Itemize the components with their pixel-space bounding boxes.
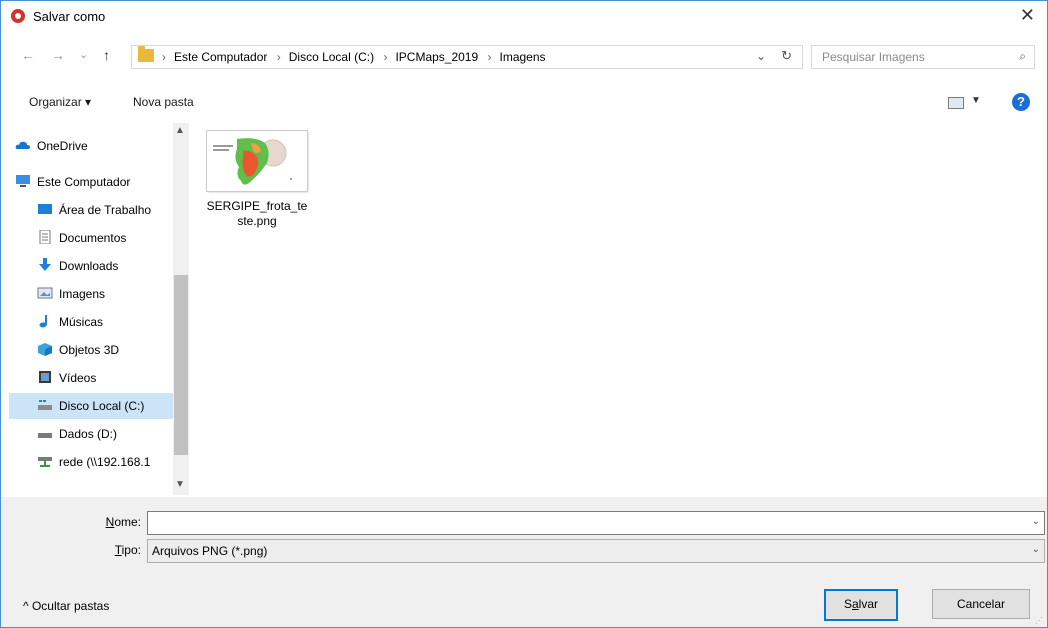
type-label: Tipo:: [81, 543, 141, 557]
back-arrow-icon[interactable]: ←: [21, 47, 35, 63]
sidebar-item-label: Músicas: [59, 315, 104, 329]
sidebar-item-label: rede (\\192.168.1: [59, 455, 151, 469]
hide-folders-button[interactable]: ^ Ocultar pastas: [23, 599, 109, 613]
sidebar-item-videos[interactable]: Vídeos: [9, 365, 167, 391]
resize-grip-icon[interactable]: ⋰: [1035, 616, 1043, 625]
up-arrow-icon[interactable]: ↑: [103, 47, 110, 63]
downloads-icon: [39, 258, 51, 271]
breadcrumb-separator: ›: [487, 50, 492, 64]
sidebar-item-label: Área de Trabalho: [59, 203, 152, 217]
type-label-text: ipo:: [121, 543, 141, 557]
search-icon[interactable]: ⌕: [1019, 49, 1026, 64]
address-row: ← → ⌄ ↑ › Este Computador › Disco Local (C…: [1, 41, 1047, 71]
search-placeholder: Pesquisar Imagens: [822, 50, 925, 64]
documents-icon: [39, 230, 51, 244]
chevron-down-icon[interactable]: ⌄: [1032, 516, 1040, 527]
sidebar-item-musicas[interactable]: Músicas: [9, 309, 167, 335]
chevron-down-icon[interactable]: ⌄: [1032, 544, 1040, 555]
breadcrumb: › Este Computador › Disco Local (C:) › IPCM…: [162, 50, 552, 64]
file-name-line: ste.png: [237, 214, 277, 228]
drive-icon: [38, 400, 52, 410]
close-icon[interactable]: ✕: [1020, 5, 1035, 26]
save-label-accel: a: [851, 597, 859, 611]
name-label-accel: N: [105, 515, 115, 529]
save-label-end: lvar: [858, 597, 879, 611]
type-label-accel: T: [114, 543, 122, 557]
image-thumbnail: [207, 131, 307, 191]
sidebar-item-onedrive[interactable]: OneDrive: [9, 133, 167, 159]
file-type-select[interactable]: Arquivos PNG (*.png) ⌄: [147, 539, 1045, 563]
name-label: Nome:: [81, 515, 141, 529]
desktop-icon: [38, 204, 52, 214]
sidebar-scroll-thumb[interactable]: [174, 275, 188, 455]
computer-icon: [16, 175, 30, 187]
sidebar-item-label: Vídeos: [59, 371, 97, 385]
sidebar-item-label: Imagens: [59, 287, 106, 301]
objects-3d-icon: [38, 343, 52, 356]
title-bar: Salvar como ✕: [1, 1, 1047, 33]
breadcrumb-separator: ›: [162, 50, 166, 64]
new-folder-button[interactable]: Nova pasta: [133, 95, 194, 109]
sidebar-item-area-de-trabalho[interactable]: Área de Trabalho: [9, 197, 167, 223]
search-input[interactable]: Pesquisar Imagens ⌕: [811, 45, 1035, 69]
organize-button[interactable]: Organizar ▾: [29, 95, 91, 109]
scroll-up-icon[interactable]: ▲: [175, 125, 185, 136]
save-form-panel: Nome: ⌄ Tipo: Arquivos PNG (*.png) ⌄ ^ O…: [1, 497, 1047, 627]
sidebar-item-disco-local[interactable]: Disco Local (C:): [9, 393, 173, 419]
breadcrumb-este-computador[interactable]: Este Computador: [174, 50, 267, 64]
pictures-icon: [37, 287, 53, 299]
name-label-text: ome:: [114, 515, 141, 529]
file-item[interactable]: SERGIPE_frota_te ste.png: [201, 129, 321, 239]
file-name: SERGIPE_frota_te ste.png: [201, 199, 313, 229]
app-icon: [11, 9, 25, 23]
view-dropdown-icon[interactable]: ▼: [971, 95, 981, 106]
folder-icon: [138, 46, 154, 62]
forward-arrow-icon[interactable]: →: [51, 47, 65, 63]
file-type-value: Arquivos PNG (*.png): [152, 544, 268, 558]
sidebar-item-label: Objetos 3D: [59, 343, 120, 357]
view-options-icon[interactable]: [948, 97, 964, 109]
breadcrumb-ipcmaps[interactable]: IPCMaps_2019: [395, 50, 478, 64]
music-icon: [39, 315, 47, 328]
sidebar-item-imagens[interactable]: Imagens: [9, 281, 167, 307]
sidebar-item-rede[interactable]: rede (\\192.168.1: [9, 449, 167, 475]
sidebar-item-este-computador[interactable]: Este Computador: [9, 169, 167, 195]
file-list: SERGIPE_frota_te ste.png: [191, 123, 1041, 495]
save-as-dialog: Salvar como ✕ ← → ⌄ ↑ › Este Computador ›…: [0, 0, 1048, 628]
sidebar-item-label: Documentos: [59, 231, 127, 245]
sidebar-item-dados[interactable]: Dados (D:): [9, 421, 167, 447]
sidebar-item-label: Downloads: [59, 259, 119, 273]
sidebar-item-downloads[interactable]: Downloads: [9, 253, 167, 279]
drive-icon: [38, 433, 52, 438]
navigation-pane: OneDrive Este Computador Área de Trabalh…: [9, 123, 189, 495]
address-bar[interactable]: › Este Computador › Disco Local (C:) › IPCM…: [131, 45, 803, 69]
breadcrumb-separator: ›: [383, 50, 388, 64]
address-dropdown-icon[interactable]: ⌄: [756, 49, 766, 63]
recent-locations-icon[interactable]: ⌄: [79, 48, 88, 61]
sidebar-item-documentos[interactable]: Documentos: [9, 225, 167, 251]
command-toolbar: Organizar ▾ Nova pasta ▼ ?: [1, 87, 1047, 117]
sidebar-item-objetos-3d[interactable]: Objetos 3D: [9, 337, 167, 363]
breadcrumb-separator: ›: [276, 50, 281, 64]
file-name-input[interactable]: ⌄: [147, 511, 1045, 535]
sidebar-item-label: OneDrive: [37, 139, 88, 153]
cloud-icon: [15, 141, 30, 149]
breadcrumb-imagens[interactable]: Imagens: [500, 50, 546, 64]
save-label-start: S: [843, 597, 852, 611]
videos-icon: [39, 371, 51, 383]
network-drive-icon: [38, 457, 52, 467]
save-button[interactable]: Salvar: [824, 589, 898, 621]
sidebar-item-label: Dados (D:): [59, 427, 118, 441]
sidebar-item-label: Disco Local (C:): [59, 399, 145, 413]
breadcrumb-disco-local[interactable]: Disco Local (C:): [289, 50, 374, 64]
window-title: Salvar como: [33, 9, 106, 24]
refresh-icon[interactable]: ↻: [781, 48, 792, 64]
cancel-button[interactable]: Cancelar: [932, 589, 1030, 619]
scroll-down-icon[interactable]: ▼: [175, 479, 185, 490]
sidebar-item-label: Este Computador: [37, 175, 131, 189]
help-icon[interactable]: ?: [1012, 93, 1030, 111]
file-name-line: SERGIPE_frota_te: [206, 199, 308, 213]
